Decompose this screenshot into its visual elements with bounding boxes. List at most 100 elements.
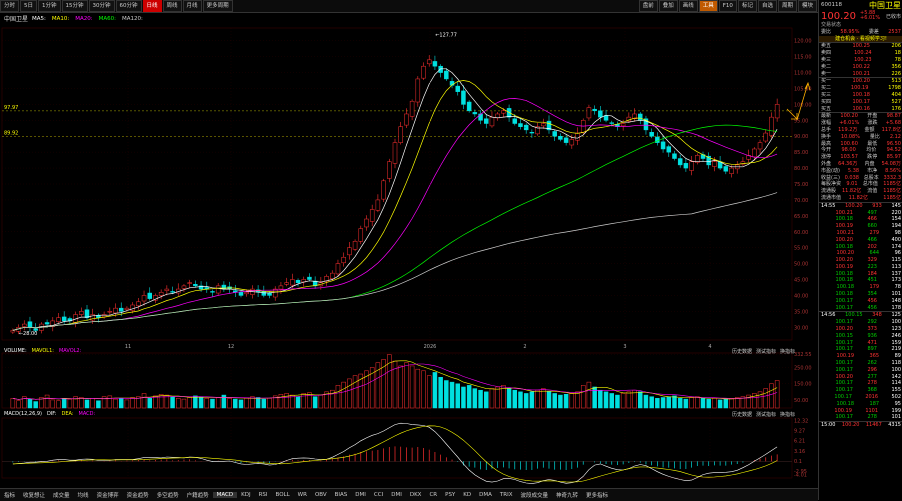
vol-switch-button[interactable]: 换指标 <box>780 348 795 355</box>
indicator-tab-7[interactable]: 户籍趋势 <box>183 491 213 499</box>
indicator-tab-15[interactable]: DMI <box>351 492 370 498</box>
tool-button-2[interactable]: 画线 <box>678 0 698 12</box>
tick-price: 100.20 <box>836 250 855 257</box>
indicator-tab-2[interactable]: 成交量 <box>49 491 74 499</box>
tick-row: 100.18 466 154 <box>819 216 902 223</box>
macd-panel-actions: 历史数据 测试指标 换指标 <box>732 410 795 418</box>
volume-bar <box>723 398 729 409</box>
period-button-3[interactable]: 15分钟 <box>61 0 88 12</box>
weibi-label: 委比 <box>821 28 832 35</box>
indicator-tab-24[interactable]: 波段成交量 <box>516 491 552 499</box>
tool-button-0[interactable]: 盘前 <box>638 0 658 12</box>
indicator-tab-19[interactable]: CR <box>425 492 441 498</box>
indicator-tab-25[interactable]: 神奇九转 <box>552 491 582 499</box>
indicator-tab-3[interactable]: 均线 <box>74 491 93 499</box>
tick-count: 100 <box>891 319 901 326</box>
candle-body <box>592 108 597 112</box>
macd-history-button[interactable]: 历史数据 <box>732 411 752 418</box>
volume-bar <box>712 398 717 409</box>
period-button-4[interactable]: 30分钟 <box>88 0 115 12</box>
indicator-tab-4[interactable]: 资金博弈 <box>93 491 123 499</box>
indicator-tab-13[interactable]: OBV <box>311 492 331 498</box>
indicator-tab-6[interactable]: 多空趋势 <box>153 491 183 499</box>
indicator-tab-0[interactable]: 指标 <box>0 491 19 499</box>
tick-price: 100.17 <box>835 297 853 304</box>
indicator-tab-18[interactable]: DKX <box>406 492 426 498</box>
volume-bar <box>649 396 654 409</box>
candle-body <box>392 142 398 164</box>
macd-switch-button[interactable]: 换指标 <box>780 411 795 418</box>
stat-row: 换手 10.08% 量比 2.12 <box>819 134 902 141</box>
tick-row: 100.17 296 100 <box>819 367 902 374</box>
tool-button-4[interactable]: F10 <box>718 0 737 12</box>
volume-bar <box>415 368 421 409</box>
volume-bar <box>176 398 181 409</box>
volume-bar <box>643 394 649 409</box>
weibi-value: 58.95% <box>840 28 860 35</box>
high-annotation: ←127.77 <box>435 32 457 38</box>
candle-body <box>375 199 381 211</box>
indicator-tab-14[interactable]: BIAS <box>331 492 352 498</box>
tick-price: 100.17 <box>835 304 853 311</box>
ask-price: 100.24 <box>854 50 872 57</box>
volume-bar <box>84 399 90 409</box>
price-tick-label: 80.00 <box>794 166 808 172</box>
indicator-tab-1[interactable]: 收复想让 <box>19 491 49 499</box>
indicator-tab-21[interactable]: KD <box>459 492 475 498</box>
bid-row: 买三 100.18 404 <box>819 92 902 99</box>
bid-label: 买四 <box>821 98 832 105</box>
volume-bar <box>598 389 603 409</box>
period-button-7[interactable]: 周线 <box>162 0 182 12</box>
volume-bar <box>683 398 689 409</box>
indicator-tab-5[interactable]: 资金趋势 <box>123 491 153 499</box>
period-button-9[interactable]: 更多周期 <box>202 0 233 12</box>
period-button-1[interactable]: 5日 <box>20 0 38 12</box>
period-button-0[interactable]: 分时 <box>0 0 20 12</box>
indicator-tab-9[interactable]: KDJ <box>237 492 254 498</box>
quote-stock-name: 中国卫星 <box>869 0 901 10</box>
period-button-2[interactable]: 1分钟 <box>38 0 61 12</box>
indicator-tab-11[interactable]: BOLL <box>272 492 294 498</box>
promo-banner[interactable]: 建仓机会 · 看视频学习! <box>819 35 902 43</box>
tick-volume: 179 <box>869 284 880 291</box>
volume-bar <box>495 386 500 409</box>
indicator-tab-12[interactable]: WR <box>294 492 311 498</box>
period-button-5[interactable]: 60分钟 <box>115 0 142 12</box>
tool-button-7[interactable]: 周期 <box>777 0 797 12</box>
price-tick-label: 35.00 <box>794 309 808 315</box>
indicator-tab-10[interactable]: RSI <box>255 492 272 498</box>
bid-price: 100.20 <box>852 78 870 85</box>
volume-bar <box>638 391 643 409</box>
tool-button-3[interactable]: 工具 <box>698 0 718 12</box>
tool-button-5[interactable]: 标记 <box>737 0 757 12</box>
period-button-8[interactable]: 月线 <box>182 0 202 12</box>
indicator-tab-26[interactable]: 更多指标 <box>582 491 612 499</box>
vol-test-button[interactable]: 测试指标 <box>756 348 776 355</box>
stat-value: +6.01% <box>839 120 860 127</box>
indicator-tab-8[interactable]: MACD <box>212 492 238 498</box>
dif-label: DIF: <box>46 411 57 417</box>
indicator-tab-17[interactable]: DMI <box>387 492 406 498</box>
indicator-tab-20[interactable]: PSY <box>441 492 459 498</box>
weicha-value: 2537 <box>888 28 901 35</box>
footer-count: 4315 <box>888 422 901 429</box>
tick-row: 100.18 179 78 <box>819 284 902 291</box>
volume-bar <box>61 398 67 409</box>
tool-button-6[interactable]: 自选 <box>757 0 777 12</box>
chart-area[interactable]: 120.00115.00110.00105.00100.0095.0090.00… <box>0 23 818 488</box>
candle-body <box>478 113 483 121</box>
tool-button-1[interactable]: 叠加 <box>658 0 678 12</box>
tool-button-8[interactable]: 模块 <box>797 0 817 12</box>
macd-test-button[interactable]: 测试指标 <box>756 411 776 418</box>
footer-row: 15:00 100.20 11467 4315 <box>819 422 902 429</box>
volume-bar <box>580 385 586 409</box>
candle-body <box>415 78 421 103</box>
price-tick-label: 65.00 <box>794 214 808 220</box>
indicator-tab-16[interactable]: CCI <box>370 492 387 498</box>
period-button-6[interactable]: 日线 <box>142 0 162 12</box>
candle-body <box>426 59 432 65</box>
indicator-tab-22[interactable]: DMA <box>475 492 496 498</box>
indicator-tab-23[interactable]: TRIX <box>496 492 517 498</box>
vol-history-button[interactable]: 历史数据 <box>732 348 752 355</box>
volume-bar <box>158 394 164 409</box>
